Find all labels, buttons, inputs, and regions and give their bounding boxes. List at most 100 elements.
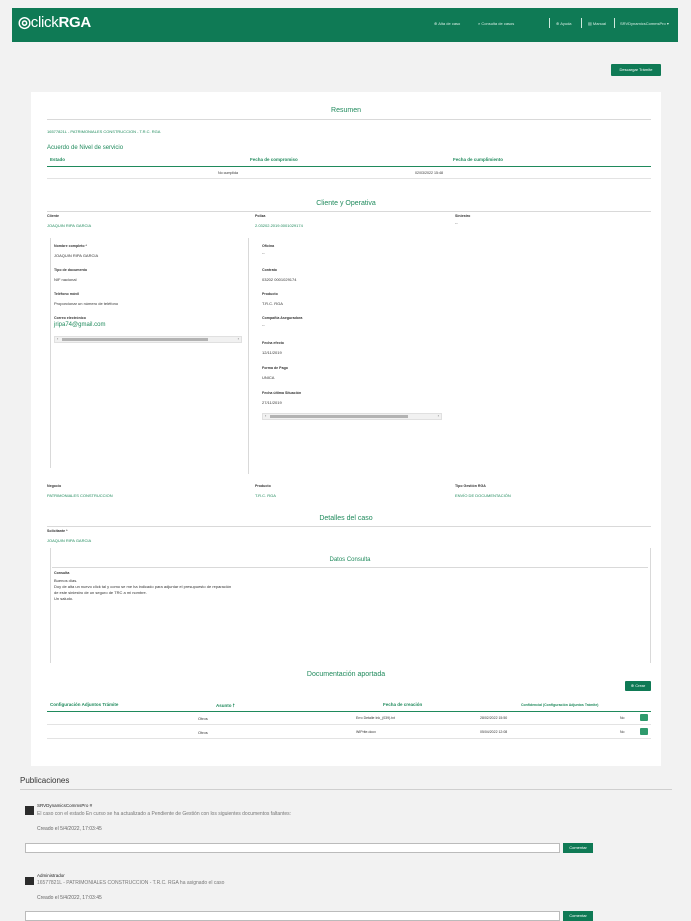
field-label: Fecha última Situación — [262, 391, 302, 395]
field-value: 27/11/2019 — [262, 400, 282, 405]
divider — [52, 567, 648, 568]
doc-confidencial: No — [620, 716, 625, 720]
negocio-value: PATRIMONIALES CONSTRUCCION — [47, 493, 113, 498]
field-label: Forma de Pago — [262, 366, 288, 370]
doc-fecha: 28/02/2022 15:50 — [480, 716, 508, 720]
field-value: NIF nacional — [54, 277, 77, 282]
post-flag-icon — [25, 806, 34, 815]
table-row-divider — [47, 738, 651, 739]
nav-separator — [581, 18, 582, 28]
field-label: Negocio — [47, 484, 62, 488]
column-header-confidencial[interactable]: Confidencial (Configuración Adjuntos Trá… — [521, 703, 598, 707]
section-title-documentacion: Documentación aportada — [306, 671, 386, 678]
nav-separator — [549, 18, 550, 28]
section-title-resumen: Resumen — [331, 107, 361, 114]
divider — [47, 211, 651, 212]
panel-border — [248, 238, 249, 474]
post-created: Creado el 5/4/2022, 17:03:45 — [37, 895, 102, 901]
divider — [47, 526, 651, 527]
scroll-right-icon: › — [237, 336, 239, 341]
clickrga-logo[interactable]: ◎clickRGA — [18, 13, 91, 31]
horizontal-scrollbar[interactable]: ‹ › — [54, 336, 242, 343]
consulta-line: Buenos días. — [54, 578, 78, 583]
doc-file[interactable]: Erro Detalle Ink_(039).txt — [356, 716, 395, 720]
scroll-thumb[interactable] — [270, 415, 408, 418]
tipo-gestion-value: ENVÍO DE DOCUMENTACIÓN — [455, 493, 511, 498]
field-label: Producto — [262, 292, 278, 296]
poliza-link[interactable]: 2.03202.2019.0001029174 — [255, 223, 303, 228]
divider — [20, 789, 672, 790]
view-doc-button[interactable] — [640, 714, 648, 721]
field-value: UNICA — [262, 375, 275, 380]
field-value: -- — [262, 322, 265, 327]
doc-fecha: 05/04/2022 12:08 — [480, 730, 508, 734]
solicitante-link[interactable]: JOAQUIN RIPA GARCIA — [47, 538, 91, 543]
table-cell: No cumplida — [218, 171, 238, 175]
doc-file[interactable]: WIPrite.docx — [356, 730, 376, 734]
field-label: Fecha efecto — [262, 341, 284, 345]
nav-user-menu[interactable]: SRVDynamicsCommsPro ▾ — [620, 21, 669, 26]
column-header-fecha-creacion[interactable]: Fecha de creación — [383, 702, 422, 707]
ans-title: Acuerdo de Nivel de servicio — [47, 145, 124, 151]
comentar-button[interactable]: Comentar — [563, 911, 593, 921]
table-cell: 02/03/2022 15:48 — [415, 171, 443, 175]
consulta-label: Consulta — [54, 571, 70, 575]
download-tramite-button[interactable]: Descargar Trámite — [611, 64, 661, 76]
comment-icon — [25, 877, 34, 885]
field-value: -- — [455, 220, 458, 225]
post-text: El caso con el estado En curso se ha act… — [37, 811, 292, 817]
scroll-left-icon: ‹ — [57, 336, 59, 341]
doc-confidencial: No — [620, 730, 625, 734]
main-card — [31, 92, 661, 766]
datos-consulta-title: Datos Consulta — [329, 557, 371, 563]
column-header-config[interactable]: Configuración Adjuntos Trámite — [50, 702, 118, 707]
consulta-line: Doy de alta un nuevo click tal y como se… — [54, 584, 232, 589]
field-label: Oficina — [262, 244, 275, 248]
post-author: SRVDynamicsCommsPro # — [37, 803, 93, 808]
post-text: 16577821L - PATRIMONIALES CONSTRUCCION -… — [37, 880, 225, 886]
field-value: T.R.C. RGA — [262, 301, 283, 306]
panel-border — [50, 238, 51, 468]
view-doc-button[interactable] — [640, 728, 648, 735]
table-header-underline — [47, 166, 651, 167]
plus-icon: ⊕ — [630, 683, 635, 688]
table-header-underline — [47, 711, 651, 712]
scroll-thumb[interactable] — [62, 338, 208, 341]
publicaciones-title: Publicaciones — [20, 776, 70, 785]
producto-value: T.R.C. RGA — [255, 493, 276, 498]
column-header-fecha-cumplimiento[interactable]: Fecha de cumplimiento — [453, 157, 503, 162]
field-label: Cliente — [47, 214, 59, 218]
top-navbar — [12, 8, 678, 42]
email-link[interactable]: jripa74@gmail.com — [54, 322, 105, 328]
column-header-estado[interactable]: Estado — [50, 157, 65, 162]
column-header-fecha-compromiso[interactable]: Fecha de compromiso — [250, 157, 298, 162]
field-label: Poliza — [255, 214, 266, 218]
case-title: 16577821L - PATRIMONIALES CONSTRUCCION -… — [47, 129, 161, 134]
doc-asunto: Otros — [198, 730, 208, 735]
field-value: 12/11/2019 — [262, 350, 282, 355]
comment-input[interactable] — [25, 843, 560, 853]
nav-manual[interactable]: ▤ Manual — [588, 21, 606, 26]
horizontal-scrollbar[interactable]: ‹ › — [262, 413, 442, 420]
panel-border — [50, 548, 51, 663]
field-label: Nombre completo * — [54, 244, 87, 248]
column-header-asunto[interactable]: Asunto 🠕 — [216, 702, 235, 710]
sort-up-icon: 🠕 — [232, 703, 235, 708]
nav-ayuda[interactable]: ⊕ Ayuda — [556, 21, 572, 26]
nav-consulta-de-casos[interactable]: ⌕ Consulta de casos — [478, 21, 514, 26]
post-created: Creado el 5/4/2022, 17:03:45 — [37, 826, 102, 832]
crear-button[interactable]: ⊕ Crear — [625, 681, 651, 691]
field-label: Teléfono móvil — [54, 292, 80, 296]
consulta-line: de este siniestro de un seguro de TRC a … — [54, 590, 147, 595]
field-label: Solicitante * — [47, 529, 68, 533]
cliente-link[interactable]: JOAQUIN RIPA GARCIA — [47, 223, 91, 228]
table-row-divider — [47, 724, 651, 725]
nav-alta-de-caso[interactable]: ⊕ Alta de caso — [434, 21, 460, 26]
post-author: Administrador — [37, 873, 65, 878]
comment-input[interactable] — [25, 911, 560, 921]
divider — [47, 178, 651, 179]
nav-separator — [614, 18, 615, 28]
field-label: Contrato — [262, 268, 277, 272]
scroll-left-icon: ‹ — [265, 413, 267, 418]
comentar-button[interactable]: Comentar — [563, 843, 593, 853]
